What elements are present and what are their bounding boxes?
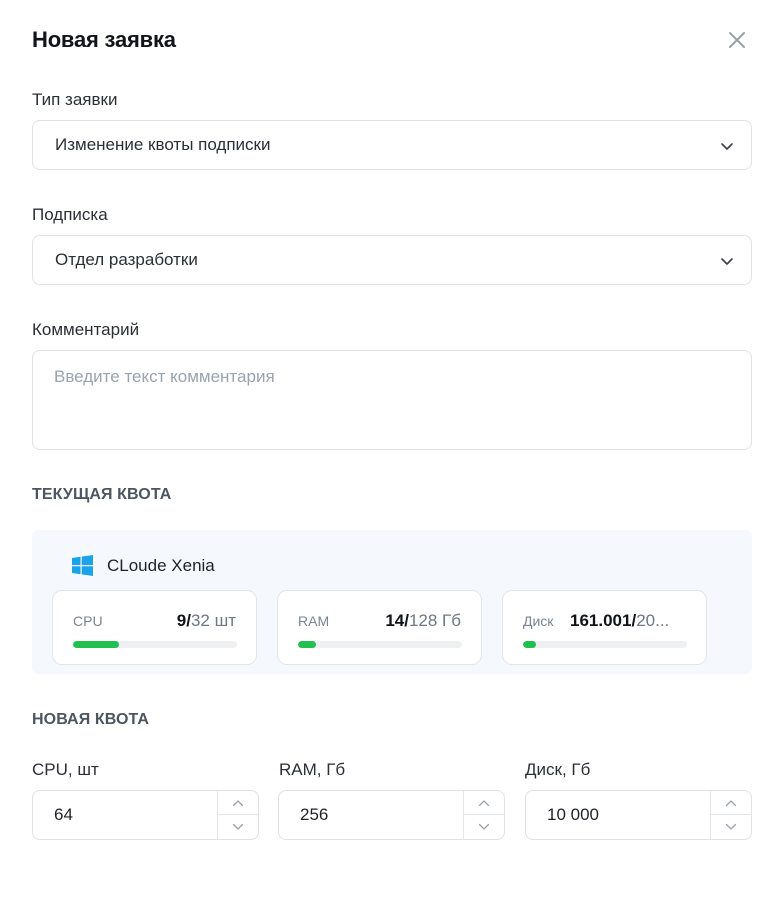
quota-card-label: RAM bbox=[298, 613, 330, 629]
request-type-value: Изменение квоты подписки bbox=[55, 135, 271, 154]
dialog-title: Новая заявка bbox=[32, 27, 176, 52]
quota-card-cpu: CPU 9/32 шт bbox=[52, 590, 257, 665]
quota-card-value: 14/128 Гб bbox=[385, 611, 461, 630]
decrement-button[interactable] bbox=[464, 815, 504, 839]
decrement-button[interactable] bbox=[218, 815, 258, 839]
subscription-value: Отдел разработки bbox=[55, 250, 198, 269]
request-type-label: Тип заявки bbox=[32, 90, 118, 109]
cloud-name: CLoude Xenia bbox=[107, 555, 215, 575]
cloud-row: CLoude Xenia bbox=[72, 555, 215, 576]
decrement-button[interactable] bbox=[711, 815, 751, 839]
ram-number-input[interactable]: 256 bbox=[278, 790, 505, 840]
cpu-number-input[interactable]: 64 bbox=[32, 790, 259, 840]
current-quota-panel: CLoude Xenia CPU 9/32 шт RAM 14/128 Гб Д… bbox=[32, 530, 752, 674]
quota-card-ram: RAM 14/128 Гб bbox=[277, 590, 482, 665]
quota-progress-bar bbox=[73, 641, 237, 648]
quota-card-label: Диск bbox=[523, 613, 554, 629]
quota-card-label: CPU bbox=[73, 613, 103, 629]
cpu-field-label: CPU, шт bbox=[32, 760, 99, 779]
increment-button[interactable] bbox=[218, 791, 258, 815]
windows-icon bbox=[72, 555, 93, 576]
disk-field-label: Диск, Гб bbox=[525, 760, 591, 779]
current-quota-heading: ТЕКУЩАЯ КВОТА bbox=[32, 486, 172, 503]
quota-card-disk: Диск 161.001/20... bbox=[502, 590, 707, 665]
disk-number-input[interactable]: 10 000 bbox=[525, 790, 752, 840]
subscription-label: Подписка bbox=[32, 205, 108, 224]
cpu-input-value: 64 bbox=[54, 805, 73, 824]
chevron-down-icon bbox=[719, 253, 735, 269]
comment-textarea[interactable]: Введите текст комментария bbox=[32, 350, 752, 450]
ram-field-label: RAM, Гб bbox=[279, 760, 346, 779]
subscription-select[interactable]: Отдел разработки bbox=[32, 235, 752, 285]
quota-card-value: 9/32 шт bbox=[176, 611, 236, 630]
new-quota-heading: НОВАЯ КВОТА bbox=[32, 711, 150, 728]
chevron-down-icon bbox=[719, 138, 735, 154]
quota-progress-bar bbox=[298, 641, 462, 648]
cpu-stepper bbox=[217, 791, 258, 839]
ram-input-value: 256 bbox=[300, 805, 329, 824]
increment-button[interactable] bbox=[711, 791, 751, 815]
close-icon[interactable] bbox=[726, 29, 748, 51]
ram-stepper bbox=[463, 791, 504, 839]
increment-button[interactable] bbox=[464, 791, 504, 815]
disk-stepper bbox=[710, 791, 751, 839]
request-type-select[interactable]: Изменение квоты подписки bbox=[32, 120, 752, 170]
comment-label: Комментарий bbox=[32, 320, 140, 339]
quota-progress-bar bbox=[523, 641, 687, 648]
quota-card-value: 161.001/20... bbox=[570, 611, 670, 630]
comment-placeholder: Введите текст комментария bbox=[54, 367, 275, 386]
disk-input-value: 10 000 bbox=[547, 805, 599, 824]
